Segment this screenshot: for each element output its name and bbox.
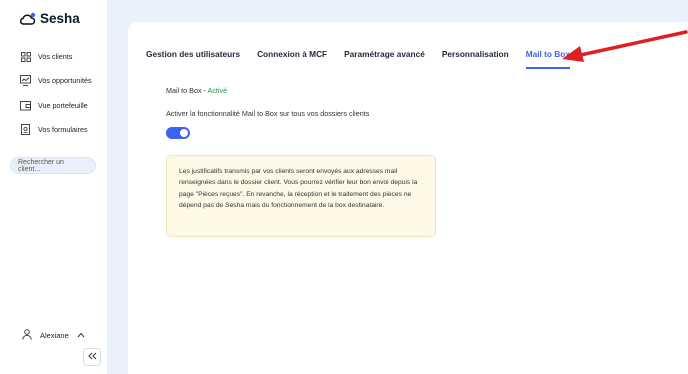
collapse-sidebar-button[interactable] bbox=[83, 348, 101, 366]
chevron-up-icon bbox=[77, 331, 85, 340]
client-search-input[interactable]: Rechercher un client... bbox=[10, 157, 96, 174]
app-name: Sesha bbox=[40, 11, 80, 26]
sidebar-item-portfolio[interactable]: Vue portefeuille bbox=[20, 100, 88, 111]
user-menu[interactable]: Alexiane bbox=[22, 329, 85, 342]
tab-advanced-settings[interactable]: Paramétrage avancé bbox=[344, 49, 425, 69]
settings-tabs: Gestion des utilisateurs Connexion à MCF… bbox=[146, 49, 587, 69]
sidebar-item-forms[interactable]: Vos formulaires bbox=[20, 124, 88, 135]
chart-icon bbox=[20, 75, 31, 86]
toggle-knob bbox=[180, 129, 188, 137]
sidebar: Sesha Vos clients Vos opportunités Vue p… bbox=[0, 0, 107, 374]
sidebar-item-clients[interactable]: Vos clients bbox=[20, 51, 72, 62]
sidebar-item-label: Vue portefeuille bbox=[38, 101, 88, 110]
form-icon bbox=[20, 124, 31, 135]
tab-user-management[interactable]: Gestion des utilisateurs bbox=[146, 49, 240, 69]
sidebar-item-label: Vos clients bbox=[38, 52, 73, 61]
sidebar-item-label: Vos opportunités bbox=[38, 76, 92, 85]
cloud-logo-icon bbox=[19, 12, 36, 26]
double-chevron-left-icon bbox=[87, 352, 97, 363]
user-icon bbox=[22, 329, 32, 342]
grid-icon bbox=[20, 51, 31, 62]
sidebar-item-label: Vos formulaires bbox=[38, 125, 88, 134]
wallet-icon bbox=[20, 100, 31, 111]
user-name: Alexiane bbox=[40, 331, 69, 340]
status-label: Mail to Box - bbox=[166, 86, 208, 95]
mailtobox-option-label: Activer la fonctionnalité Mail to Box su… bbox=[166, 109, 370, 118]
tab-mcf-connection[interactable]: Connexion à MCF bbox=[257, 49, 327, 69]
annotation-arrow-icon bbox=[562, 30, 688, 62]
info-callout: Les justificatifs transmis par vos clien… bbox=[166, 155, 436, 237]
sidebar-item-opportunities[interactable]: Vos opportunités bbox=[20, 75, 92, 86]
settings-panel: Gestion des utilisateurs Connexion à MCF… bbox=[128, 22, 688, 374]
mailtobox-status: Mail to Box - Activé bbox=[166, 86, 227, 95]
status-value: Activé bbox=[207, 86, 228, 95]
mailtobox-toggle[interactable] bbox=[166, 127, 190, 139]
app-logo[interactable]: Sesha bbox=[19, 11, 80, 26]
tab-customization[interactable]: Personnalisation bbox=[442, 49, 509, 69]
